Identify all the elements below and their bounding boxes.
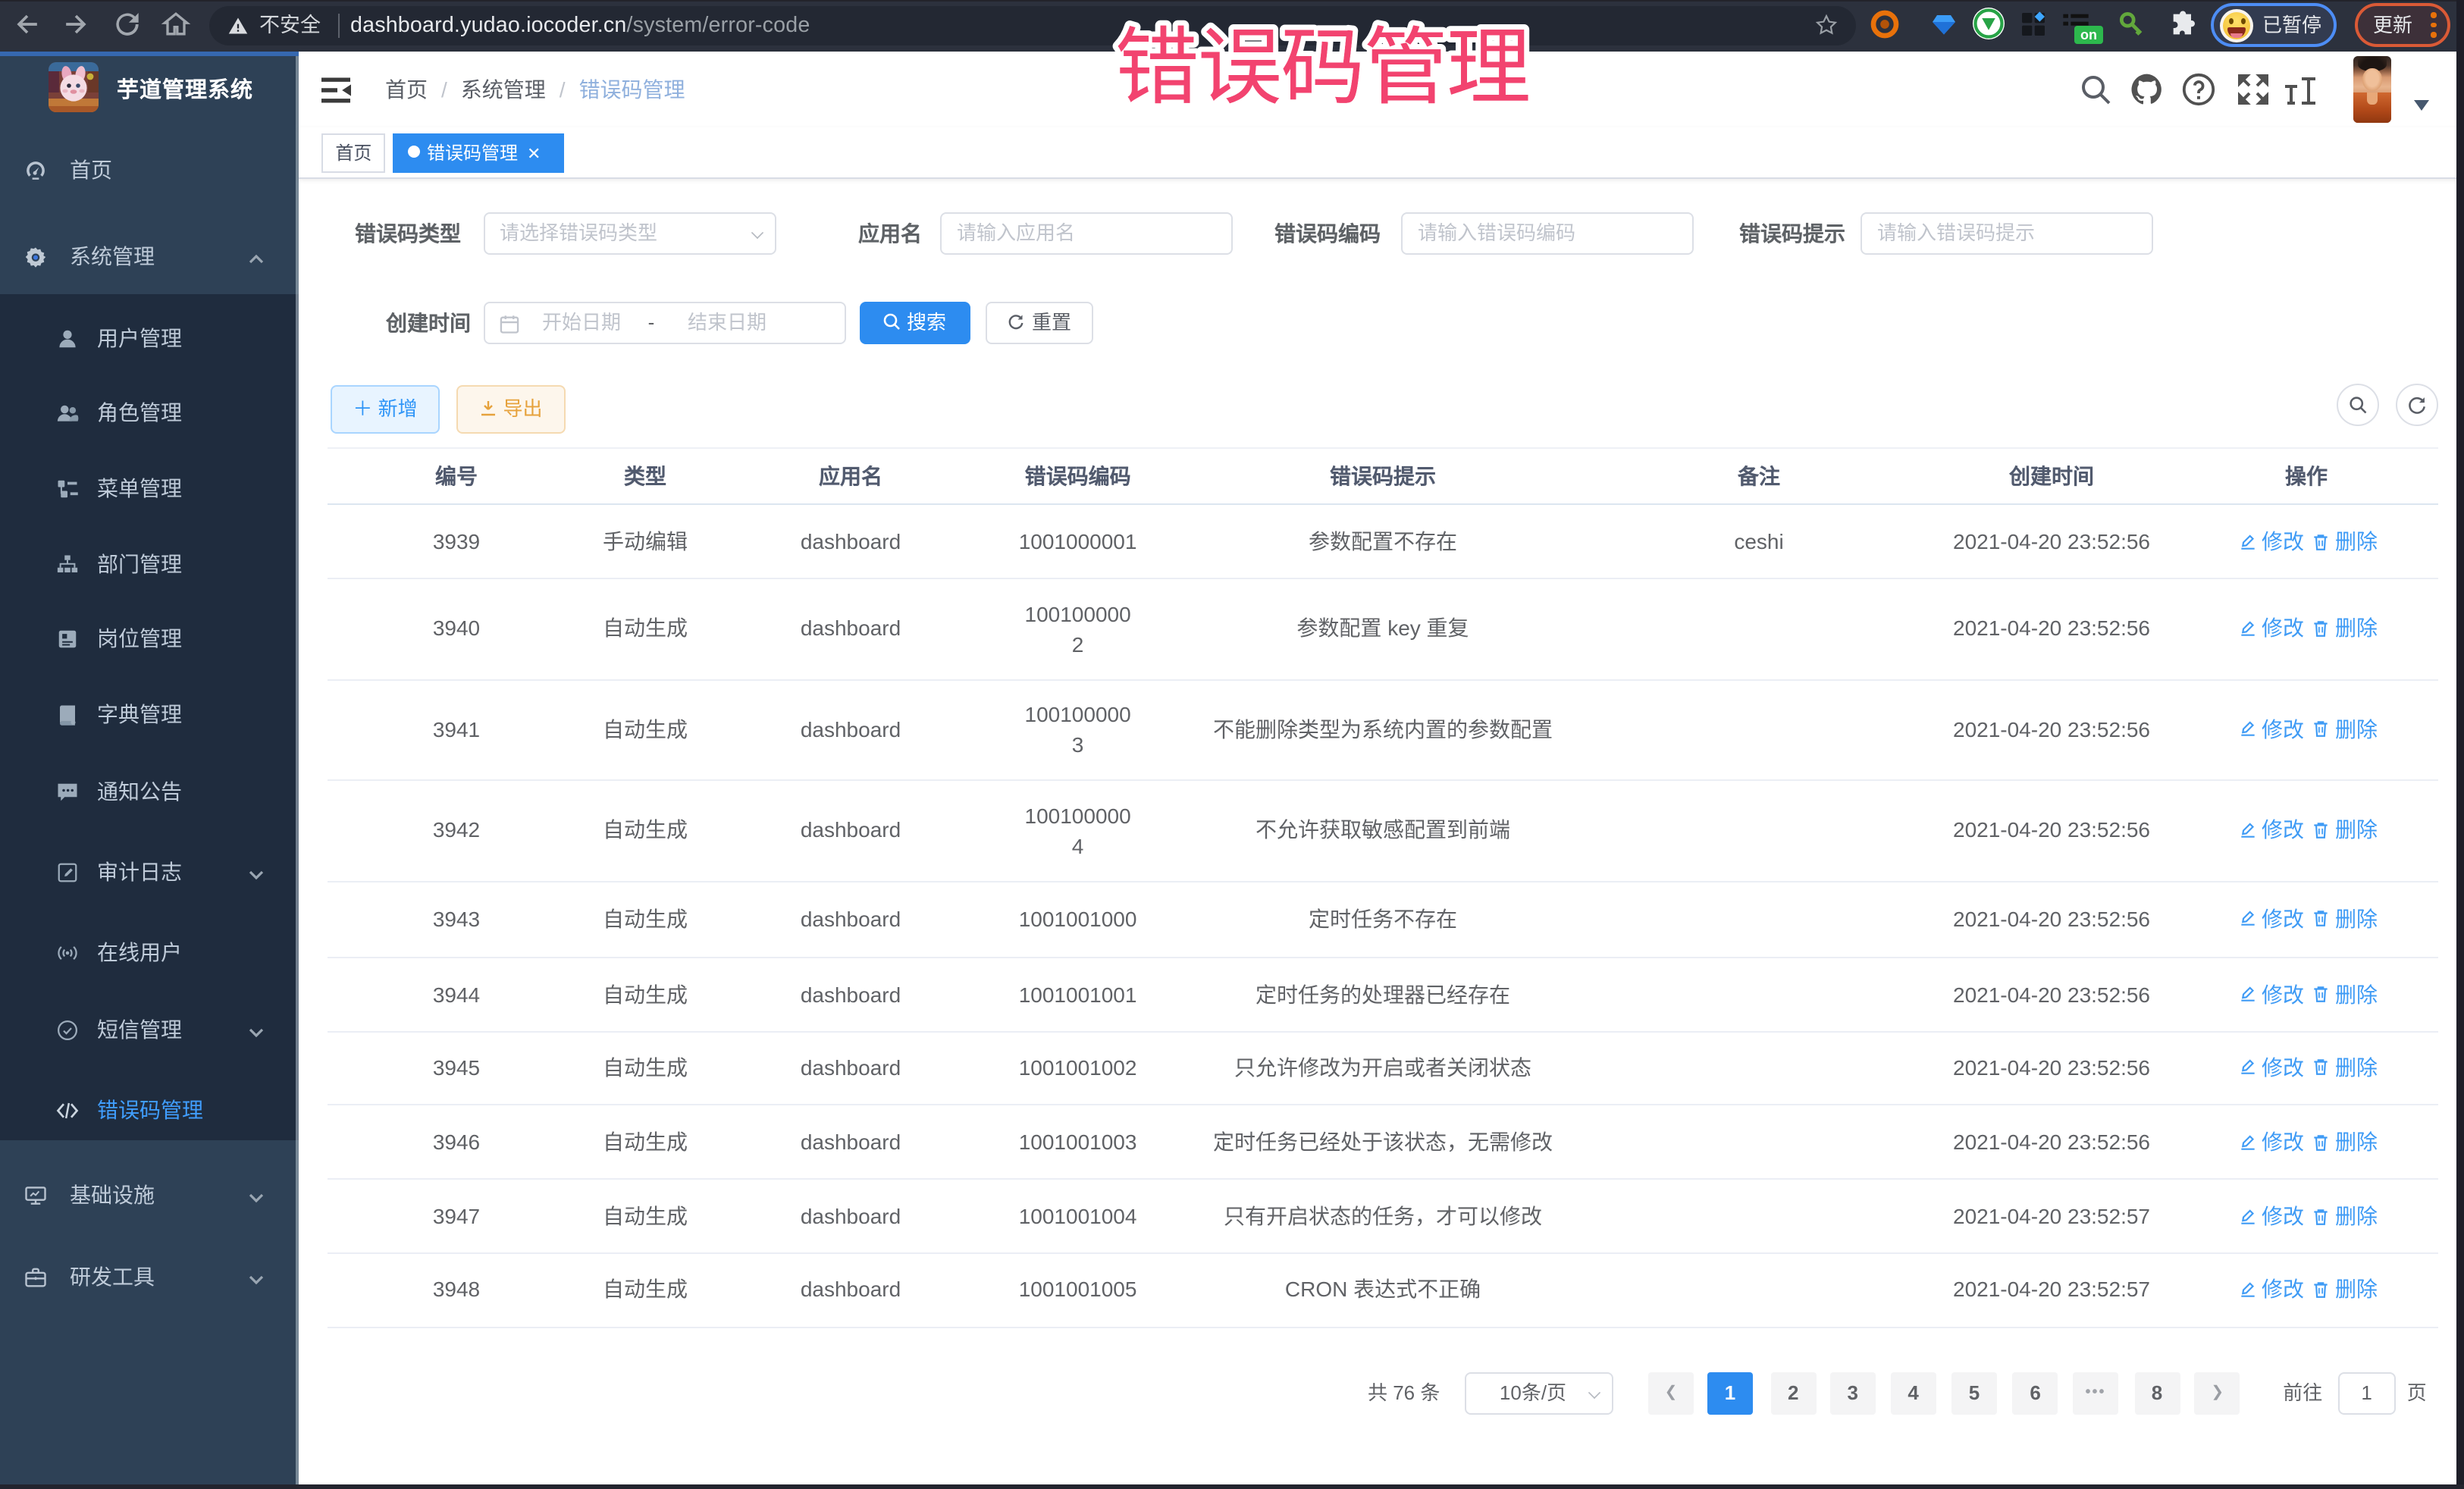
svg-text:错误码管理: 错误码管理 xyxy=(1114,20,1529,114)
